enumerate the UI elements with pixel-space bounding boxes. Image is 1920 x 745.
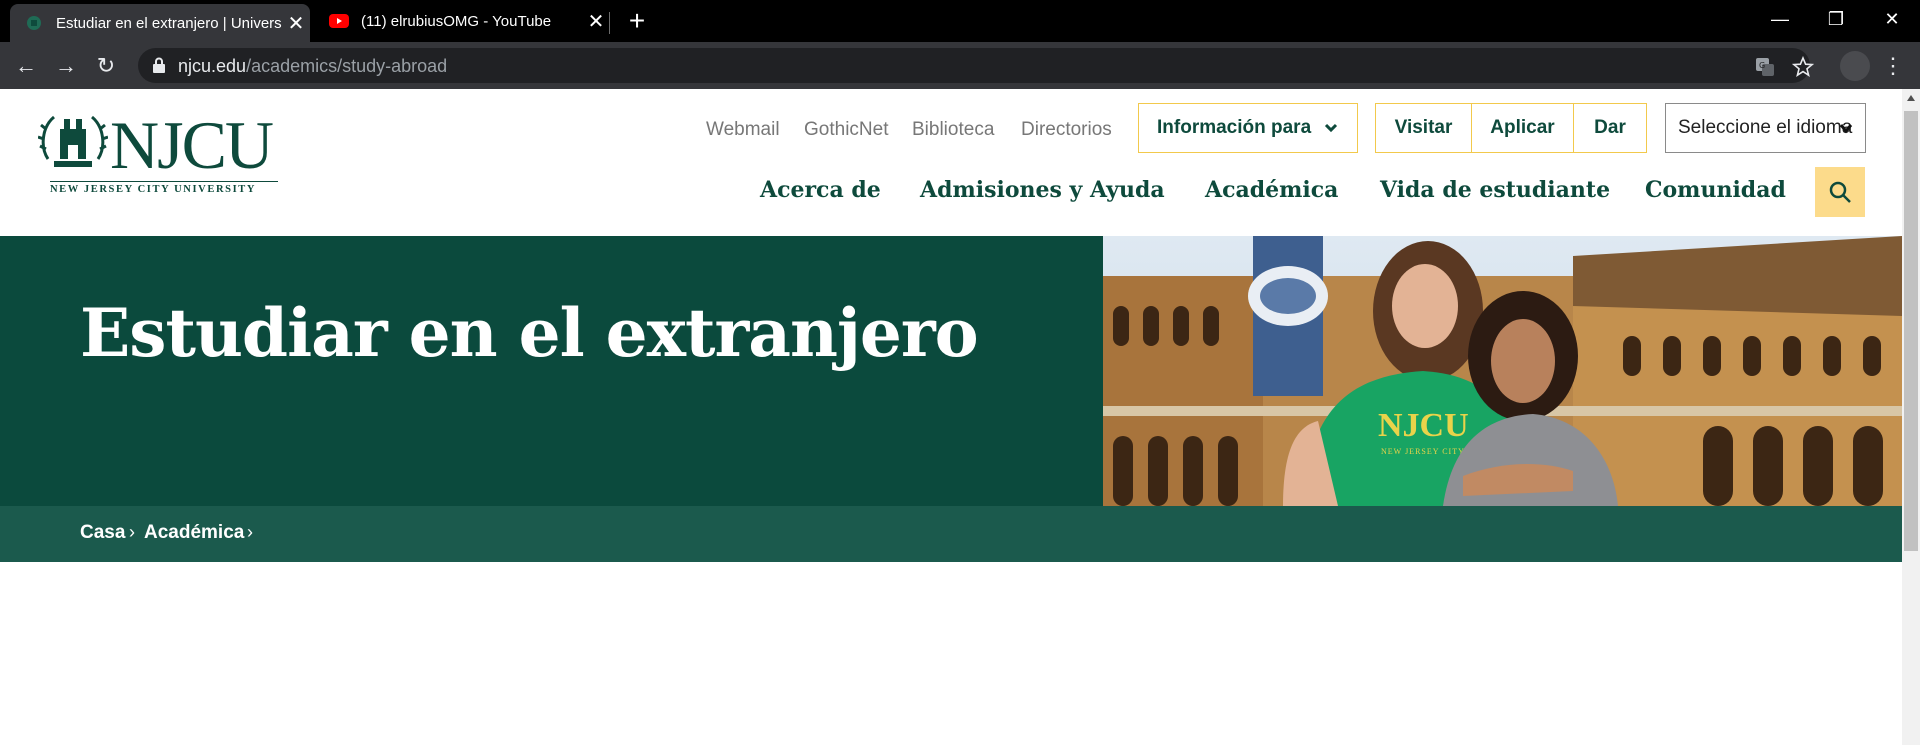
util-link-biblioteca[interactable]: Biblioteca [912,119,994,141]
web-page: NJCU NEW JERSEY CITY UNIVERSITY Webmail … [0,89,1902,745]
minimize-icon[interactable]: — [1752,0,1808,40]
browser-tab-strip: Estudiar en el extranjero | Universi ✕ (… [0,0,1920,42]
restore-icon[interactable]: ❐ [1808,0,1864,40]
url-path: /academics/study-abroad [246,56,448,76]
chevron-down-icon [1324,123,1338,133]
browser-menu-icon[interactable]: ⋮ [1882,52,1904,80]
lock-icon [153,57,165,73]
breadcrumb-separator-icon: › [129,522,135,542]
cta-button-group: Visitar Aplicar Dar [1375,103,1647,153]
url-host: njcu.edu [178,56,247,76]
give-button[interactable]: Dar [1574,104,1646,152]
students-plaza-photo: NJCU NEW JERSEY CITY UNIVERSITY [1103,236,1902,506]
logo-wordmark: NJCU [110,107,274,183]
youtube-icon [329,11,349,31]
browser-toolbar: ← → ↻ njcu.edu/academics/study-abroad G … [0,42,1920,89]
bookmark-star-icon[interactable] [1792,56,1814,78]
tab-title: (11) elrubiusOMG - YouTube [361,12,552,30]
info-for-label: Información para [1157,117,1312,138]
nav-admisiones[interactable]: Admisiones y Ayuda [920,177,1165,203]
visit-button[interactable]: Visitar [1376,104,1472,152]
translate-icon[interactable]: G [1754,56,1776,78]
page-title: Estudiar en el extranjero [80,294,979,372]
search-button[interactable] [1815,167,1865,217]
profile-avatar[interactable] [1840,51,1870,81]
util-link-webmail[interactable]: Webmail [706,119,780,141]
language-select-value: Seleccione el idioma [1678,117,1853,138]
tab-title: Estudiar en el extranjero | Universi [56,14,282,32]
njcu-logo[interactable]: NJCU NEW JERSEY CITY UNIVERSITY [38,107,278,195]
breadcrumb-separator-icon: › [247,522,253,542]
url-text: njcu.edu/academics/study-abroad [178,56,447,77]
page-scrollbar[interactable] [1902,89,1920,745]
svg-text:G: G [1759,61,1765,70]
scrollbar-thumb[interactable] [1904,111,1918,551]
util-link-directorios[interactable]: Directorios [1021,119,1112,141]
nav-acerca-de[interactable]: Acerca de [760,177,881,203]
select-arrow-icon [1839,124,1853,134]
njcu-seal-icon [24,13,44,33]
nav-academica[interactable]: Académica [1205,177,1338,203]
university-seal-icon [38,115,108,167]
scroll-up-icon[interactable] [1906,93,1916,103]
breadcrumb-home[interactable]: Casa [80,522,125,544]
util-link-gothicnet[interactable]: GothicNet [804,119,888,141]
new-tab-icon[interactable]: + [622,6,652,36]
nav-vida-estudiante[interactable]: Vida de estudiante [1380,177,1610,203]
nav-comunidad[interactable]: Comunidad [1645,177,1786,203]
info-for-dropdown[interactable]: Información para [1138,103,1358,153]
close-window-icon[interactable]: ✕ [1864,0,1920,40]
browser-tab-active[interactable]: Estudiar en el extranjero | Universi ✕ [10,4,310,42]
breadcrumb-academica[interactable]: Académica [144,522,244,544]
close-tab-icon[interactable]: ✕ [282,11,310,36]
browser-tab-youtube[interactable]: (11) elrubiusOMG - YouTube ✕ [315,0,610,42]
hero-banner: Estudiar en el extranjero NJCU NEW JERSE… [0,236,1902,506]
apply-button[interactable]: Aplicar [1472,104,1574,152]
back-icon[interactable]: ← [10,50,42,82]
reload-icon[interactable]: ↻ [90,50,122,82]
shirt-logo-text: NJCU [1378,407,1469,444]
forward-icon[interactable]: → [50,50,82,82]
logo-subline: NEW JERSEY CITY UNIVERSITY [50,181,278,195]
address-bar[interactable]: njcu.edu/academics/study-abroad G [138,48,1814,83]
search-icon [1829,181,1851,203]
hero-photo: NJCU NEW JERSEY CITY UNIVERSITY [1103,236,1902,506]
close-tab-icon[interactable]: ✕ [582,9,610,34]
breadcrumb: Casa › Académica › [0,506,1902,562]
language-select[interactable]: Seleccione el idioma [1665,103,1866,153]
tab-divider [609,12,610,34]
